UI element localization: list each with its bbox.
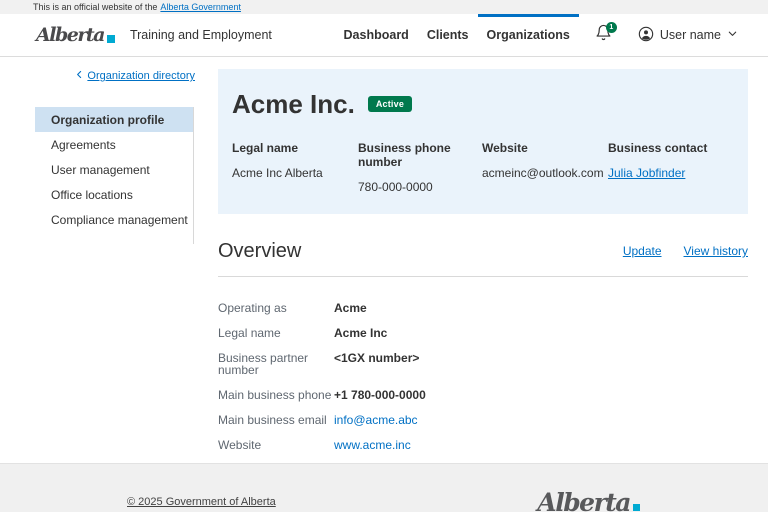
sidebar-item-organization-profile[interactable]: Organization profile [35,107,193,132]
alberta-logo-square [106,34,115,43]
detail-label: Operating as [218,300,287,315]
field-label: Legal name [232,140,299,155]
alberta-government-link[interactable]: Alberta Government [160,2,241,12]
footer: © 2025 Government of Alberta Alberta [0,462,768,512]
detail-label: Main business phone [218,387,332,402]
detail-row-legal-name: Legal name Acme Inc [218,326,748,340]
chevron-left-icon [75,70,84,82]
status-badge: Active [367,96,413,113]
banner-text: This is an official website of the [33,2,158,12]
alberta-logo-wordmark: Alberta [537,487,631,512]
detail-value: +1 780-000-0000 [334,387,426,402]
detail-value: <1GX number> [334,350,420,365]
field-value: 780-000-0000 [358,179,433,194]
sidebar: Organization directory Organization prof… [0,57,218,463]
detail-row-main-business-email: Main business email info@acme.abc [218,413,748,427]
copyright-link[interactable]: © 2025 Government of Alberta [127,496,276,508]
field-legal-name: Legal name Acme Inc Alberta [232,141,358,194]
field-value: acmeinc@outlook.com [482,165,604,180]
app-header: Alberta Training and Employment Dashboar… [0,14,768,57]
back-link-row: Organization directory [0,70,195,82]
field-label: Business phone number [358,140,451,169]
organization-title-row: Acme Inc. Active [232,90,734,119]
sidebar-item-office-locations[interactable]: Office locations [35,182,193,207]
alberta-logo-square [633,503,640,511]
overview-details: Operating as Acme Legal name Acme Inc Bu… [218,301,748,452]
section-divider [218,275,748,277]
nav-clients[interactable]: Clients [418,14,478,56]
user-menu[interactable]: User name [638,14,738,56]
notifications-button[interactable]: 1 [595,14,617,56]
organization-directory-back-link[interactable]: Organization directory [87,70,195,82]
sidebar-item-user-management[interactable]: User management [35,157,193,182]
field-label: Website [482,140,528,155]
detail-label: Business partner number [218,350,309,377]
user-name-label: User name [659,28,721,42]
business-email-link[interactable]: info@acme.abc [334,414,418,426]
sidebar-item-agreements[interactable]: Agreements [35,132,193,157]
business-contact-link[interactable]: Julia Jobfinder [608,166,685,180]
page: This is an official website of the Alber… [0,0,768,512]
field-label: Business contact [608,140,708,155]
detail-label: Legal name [218,325,281,340]
site-name: Training and Employment [129,28,272,42]
sidebar-menu: Organization profile Agreements User man… [35,107,194,244]
alberta-logo: Alberta [36,14,115,56]
organization-summary-card: Acme Inc. Active Legal name Acme Inc Alb… [218,69,748,214]
footer-alberta-logo: Alberta [537,490,640,512]
detail-label: Main business email [218,412,327,427]
organization-name: Acme Inc. [232,89,355,119]
view-history-link[interactable]: View history [684,244,748,258]
notification-count-badge: 1 [605,22,617,33]
detail-row-operating-as: Operating as Acme [218,301,748,315]
field-website: Website acmeinc@outlook.com [482,141,608,194]
detail-label: Website [218,437,262,452]
main-area: Organization directory Organization prof… [0,57,768,463]
website-link[interactable]: www.acme.inc [334,439,411,451]
overview-actions: Update View history [623,244,748,258]
user-avatar-icon [638,26,654,45]
nav-organizations[interactable]: Organizations [477,14,579,56]
field-business-contact: Business contact Julia Jobfinder [608,141,734,194]
nav-dashboard[interactable]: Dashboard [335,14,418,56]
official-website-banner: This is an official website of the Alber… [0,0,768,14]
alberta-logo-wordmark: Alberta [36,23,105,46]
field-business-phone: Business phone number 780-000-0000 [358,141,482,194]
update-link[interactable]: Update [623,244,662,258]
overview-title: Overview [218,239,302,262]
organization-fields: Legal name Acme Inc Alberta Business pho… [232,141,734,200]
overview-section-header: Overview Update View history [218,240,748,263]
sidebar-item-compliance-management[interactable]: Compliance management [35,207,193,232]
detail-value: Acme Inc [334,325,388,340]
chevron-down-icon [727,28,738,42]
main-nav: Dashboard Clients Organizations [335,14,579,56]
content: Acme Inc. Active Legal name Acme Inc Alb… [218,57,768,463]
field-value: Acme Inc Alberta [232,165,323,180]
detail-value: Acme [334,300,367,315]
detail-row-business-partner-number: Business partner number <1GX number> [218,351,748,377]
detail-row-website: Website www.acme.inc [218,438,748,452]
detail-row-main-business-phone: Main business phone +1 780-000-0000 [218,388,748,402]
